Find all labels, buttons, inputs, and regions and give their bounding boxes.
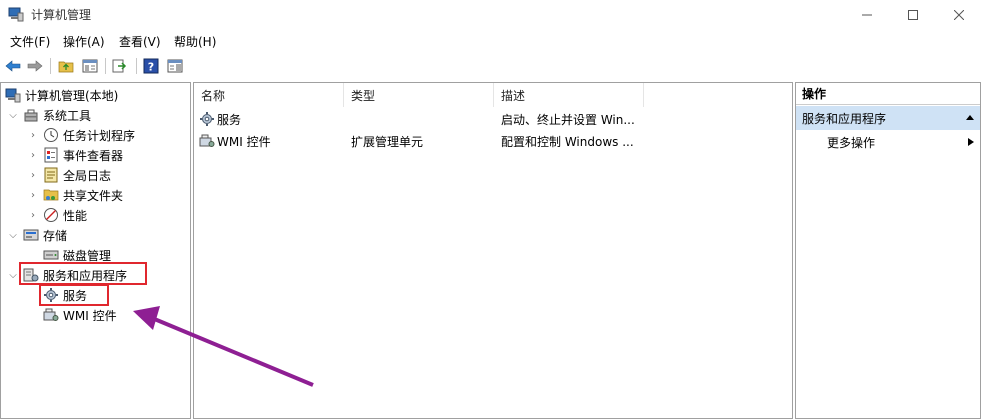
tree-label: 计算机管理(本地) xyxy=(25,88,119,103)
chevron-right-icon[interactable]: › xyxy=(27,209,39,221)
cell-description: 配置和控制 Windows ... xyxy=(501,135,634,149)
tree-label: 任务计划程序 xyxy=(63,128,136,143)
tree-label: WMI 控件 xyxy=(63,308,117,323)
chevron-right-icon[interactable]: › xyxy=(27,169,39,181)
cell-name: 服务 xyxy=(217,113,242,127)
computer-management-icon xyxy=(8,7,24,22)
event-log-icon xyxy=(43,147,59,163)
more-actions-item[interactable]: 更多操作 xyxy=(796,131,980,153)
more-actions-label: 更多操作 xyxy=(827,135,876,150)
tree-item-performance[interactable]: › 性能 xyxy=(27,205,87,225)
cell-type: 扩展管理单元 xyxy=(351,135,424,149)
menu-bar: 文件(F) 操作(A) 查看(V) 帮助(H) xyxy=(0,29,981,51)
tree-label: 存储 xyxy=(43,228,68,243)
close-button[interactable] xyxy=(936,0,981,29)
tree-label: 共享文件夹 xyxy=(63,188,124,203)
svg-text:?: ? xyxy=(148,61,154,74)
actions-section-label: 服务和应用程序 xyxy=(802,111,887,126)
clock-icon xyxy=(43,127,59,143)
wmi-icon xyxy=(43,307,59,323)
forward-icon[interactable] xyxy=(26,57,44,75)
help-icon[interactable]: ? xyxy=(142,57,160,75)
shared-folder-icon xyxy=(43,187,59,203)
export-list-icon[interactable] xyxy=(111,57,129,75)
tree-item-storage[interactable]: ⌵ 存储 xyxy=(7,225,67,245)
chevron-down-icon[interactable]: ⌵ xyxy=(7,229,19,241)
toolbar: ? xyxy=(0,52,981,80)
actions-section-services-apps[interactable]: 服务和应用程序 xyxy=(796,106,980,130)
highlight-box-services-apps xyxy=(19,262,147,285)
maximize-button[interactable] xyxy=(890,0,936,29)
chevron-down-icon[interactable]: ⌵ xyxy=(7,269,19,281)
cell-description: 启动、终止并设置 Win... xyxy=(501,113,635,127)
column-header-type[interactable]: 类型 xyxy=(344,83,494,107)
tree-item-root[interactable]: 计算机管理(本地) xyxy=(5,85,118,105)
collapse-arrow-icon[interactable] xyxy=(966,115,974,120)
tree-item-system-tools[interactable]: ⌵ 系统工具 xyxy=(7,105,91,125)
tree-item-task-scheduler[interactable]: › 任务计划程序 xyxy=(27,125,135,145)
window-title: 计算机管理 xyxy=(31,8,92,22)
tree-item-shared-folders[interactable]: › 共享文件夹 xyxy=(27,185,123,205)
title-bar: 计算机管理 xyxy=(0,0,981,29)
menu-view[interactable]: 查看(V) xyxy=(119,33,161,50)
chevron-right-icon[interactable]: › xyxy=(27,189,39,201)
tree-label: 性能 xyxy=(63,208,88,223)
navigation-tree: 计算机管理(本地) ⌵ 系统工具 › 任务计划程序 › 事件查看器 › 全局日志… xyxy=(0,82,191,419)
computer-management-icon xyxy=(5,87,21,103)
tree-item-wmi-control[interactable]: WMI 控件 xyxy=(43,305,117,325)
log-book-icon xyxy=(43,167,59,183)
menu-file[interactable]: 文件(F) xyxy=(10,33,50,50)
tree-label: 磁盘管理 xyxy=(63,248,112,263)
show-hide-tree-icon[interactable] xyxy=(81,57,99,75)
back-icon[interactable] xyxy=(4,57,22,75)
list-row-wmi-control[interactable]: WMI 控件 扩展管理单元 配置和控制 Windows ... xyxy=(194,130,792,152)
gear-icon xyxy=(199,111,215,127)
performance-icon xyxy=(43,207,59,223)
tree-label: 事件查看器 xyxy=(63,148,124,163)
show-hide-action-pane-icon[interactable] xyxy=(166,57,184,75)
tree-label: 系统工具 xyxy=(43,108,92,123)
list-row-services[interactable]: 服务 启动、终止并设置 Win... xyxy=(194,108,792,130)
menu-help[interactable]: 帮助(H) xyxy=(174,33,216,50)
disk-icon xyxy=(43,247,59,263)
content-list: 名称 类型 描述 服务 启动、终止并设置 Win... WMI 控件 扩展管理单… xyxy=(193,82,793,419)
up-folder-icon[interactable] xyxy=(57,57,75,75)
actions-header: 操作 xyxy=(796,83,980,105)
tree-item-event-viewer[interactable]: › 事件查看器 xyxy=(27,145,123,165)
actions-pane: 操作 服务和应用程序 更多操作 xyxy=(795,82,981,419)
tree-label: 全局日志 xyxy=(63,168,112,183)
menu-action[interactable]: 操作(A) xyxy=(63,33,105,50)
cell-name: WMI 控件 xyxy=(217,135,271,149)
wmi-icon xyxy=(199,133,215,149)
column-header-name[interactable]: 名称 xyxy=(194,83,344,107)
toolbox-icon xyxy=(23,107,39,123)
chevron-right-icon[interactable]: › xyxy=(27,129,39,141)
submenu-arrow-icon xyxy=(968,138,974,146)
minimize-button[interactable] xyxy=(844,0,890,29)
chevron-right-icon[interactable]: › xyxy=(27,149,39,161)
tree-item-shared-logs[interactable]: › 全局日志 xyxy=(27,165,111,185)
column-header-description[interactable]: 描述 xyxy=(494,83,644,107)
storage-icon xyxy=(23,227,39,243)
highlight-box-services xyxy=(39,284,109,306)
chevron-down-icon[interactable]: ⌵ xyxy=(7,109,19,121)
